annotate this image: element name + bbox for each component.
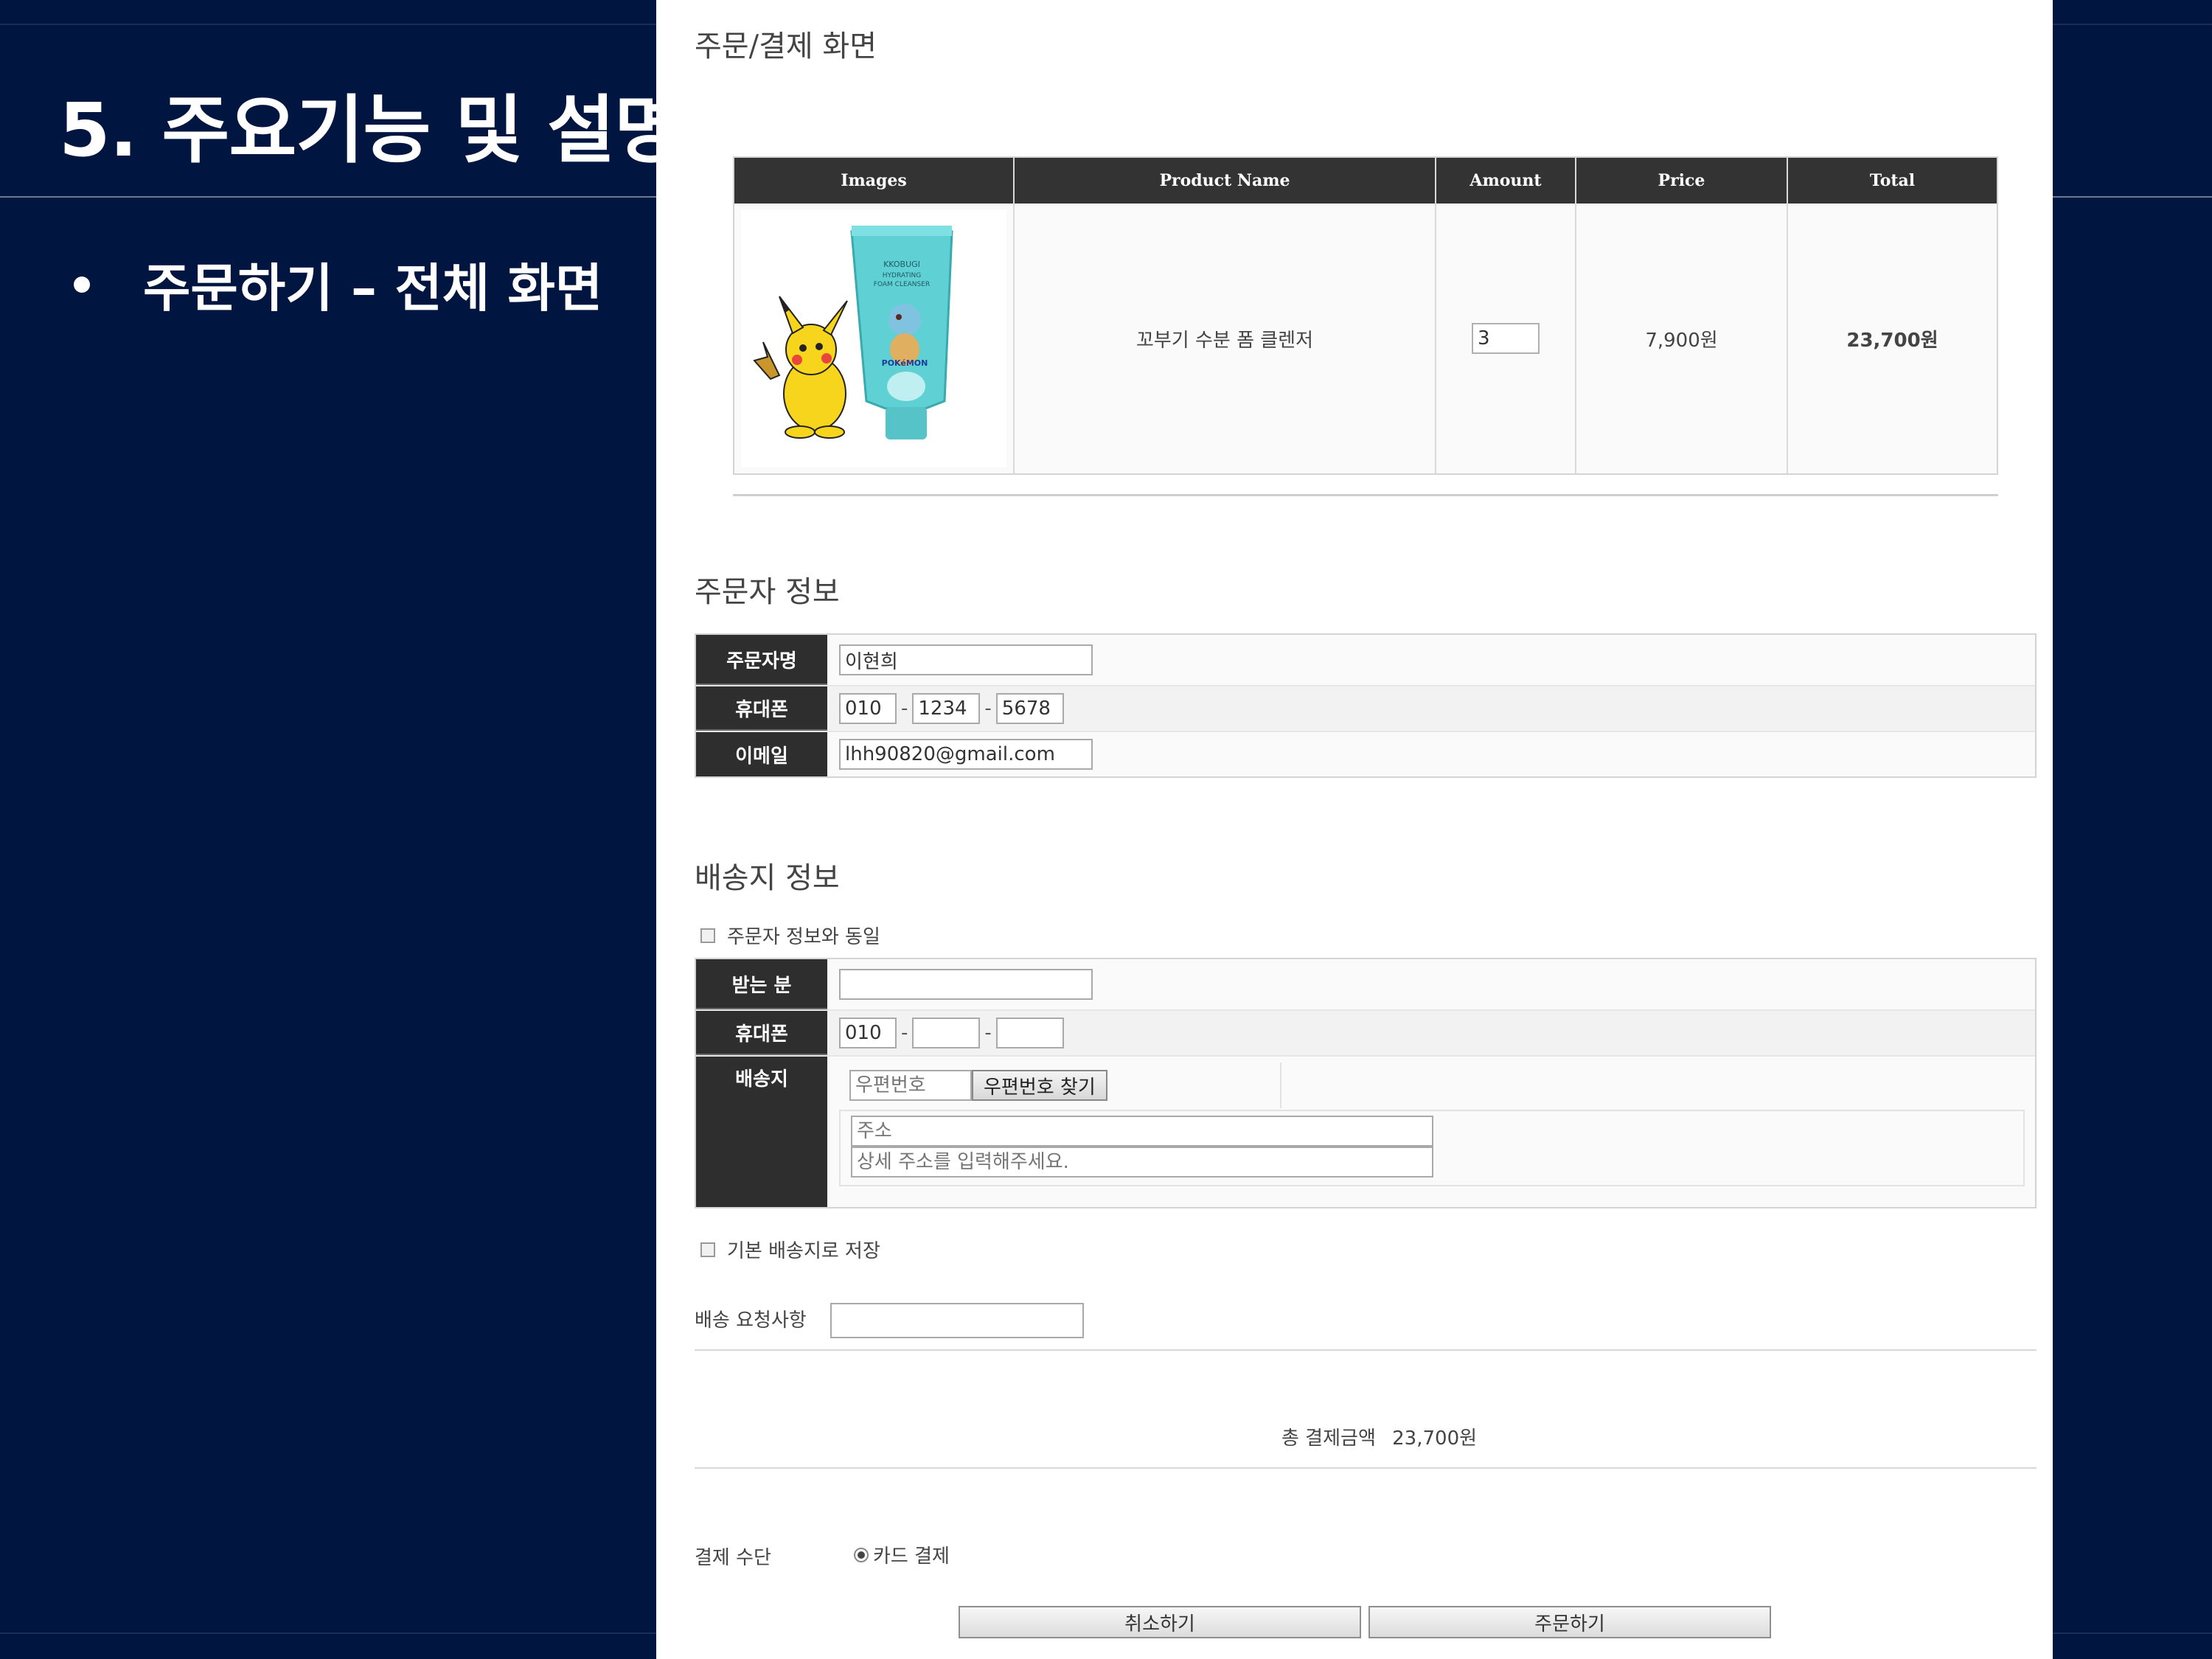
column-header-product-name: Product Name	[1015, 158, 1436, 204]
phone-dash: -	[984, 1022, 992, 1044]
orderer-name-input[interactable]	[839, 644, 1093, 675]
column-header-total: Total	[1869, 171, 1916, 190]
total-payment-value: 23,700원	[1392, 1427, 1478, 1450]
order-page-screenshot: 주문/결제 화면 Images Product Name Amount Pric…	[656, 0, 2053, 1659]
shipping-phone-row: 휴대폰 - -	[696, 1011, 2035, 1057]
cart-table-header: Images Product Name Amount Price Total	[734, 158, 1997, 204]
shipping-section-title: 배송지 정보	[695, 861, 840, 895]
amount-cell	[1436, 204, 1576, 473]
svg-text:FOAM CLEANSER: FOAM CLEANSER	[874, 281, 930, 288]
payment-option-card[interactable]: 카드 결제	[854, 1541, 950, 1568]
total-cell: 23,700원	[1846, 329, 1938, 352]
phone-dash: -	[984, 698, 992, 720]
cart-image-cell: KKOBUGI HYDRATING FOAM CLEANSER POKéMON	[734, 204, 1015, 473]
cart-row: KKOBUGI HYDRATING FOAM CLEANSER POKéMON	[734, 204, 1997, 473]
svg-text:POKéMON: POKéMON	[882, 358, 928, 368]
column-header-images: Images	[734, 158, 1015, 204]
slide-title: 5. 주요기능 및 설명	[59, 87, 682, 173]
total-payment: 총 결제금액 23,700원	[1281, 1423, 1477, 1450]
orderer-name-row: 주문자명	[696, 635, 2035, 686]
save-default-option[interactable]: 기본 배송지로 저장	[700, 1236, 880, 1263]
cart-divider	[733, 494, 1998, 496]
bullet-dot-icon	[74, 276, 90, 293]
orderer-email-input[interactable]	[839, 739, 1093, 770]
orderer-info-table: 주문자명 휴대폰 - - 이메일	[695, 633, 2037, 778]
slide-bullet: 주문하기 – 전체 화면	[74, 247, 602, 321]
product-name: 꼬부기 수분 폼 클렌저	[1015, 204, 1436, 473]
cancel-button[interactable]: 취소하기	[959, 1606, 1361, 1638]
find-zipcode-button[interactable]: 우편번호 찾기	[972, 1070, 1107, 1101]
amount-input[interactable]	[1472, 323, 1540, 354]
same-as-orderer-label: 주문자 정보와 동일	[727, 926, 880, 948]
cart-table: Images Product Name Amount Price Total K…	[733, 156, 1998, 475]
price-cell: 7,900원	[1576, 204, 1788, 473]
receiver-row: 받는 분	[696, 959, 2035, 1011]
svg-text:KKOBUGI: KKOBUGI	[883, 260, 920, 269]
shipping-phone-label: 휴대폰	[696, 1011, 827, 1055]
orderer-email-row: 이메일	[696, 732, 2035, 776]
save-default-label: 기본 배송지로 저장	[727, 1240, 880, 1262]
section-divider	[695, 1467, 2037, 1469]
phone-dash: -	[901, 1022, 908, 1044]
shipping-phone-2-input[interactable]	[912, 1018, 981, 1048]
product-image[interactable]: KKOBUGI HYDRATING FOAM CLEANSER POKéMON	[741, 209, 1006, 467]
save-default-checkbox[interactable]	[700, 1242, 715, 1257]
orderer-phone-2-input[interactable]	[912, 693, 981, 724]
address-input[interactable]	[851, 1116, 1433, 1147]
card-payment-radio[interactable]	[854, 1547, 869, 1562]
total-payment-label: 총 결제금액	[1281, 1427, 1376, 1450]
orderer-phone-row: 휴대폰 - -	[696, 686, 2035, 732]
delivery-request-input[interactable]	[830, 1303, 1084, 1338]
page-title: 주문/결제 화면	[695, 29, 877, 63]
svg-text:HYDRATING: HYDRATING	[883, 272, 921, 279]
address-box	[839, 1110, 2025, 1186]
orderer-section-title: 주문자 정보	[695, 575, 840, 609]
phone-dash: -	[901, 698, 908, 720]
orderer-phone-3-input[interactable]	[995, 693, 1064, 724]
address-detail-input[interactable]	[851, 1147, 1433, 1178]
column-header-price: Price	[1576, 158, 1788, 204]
same-as-orderer-checkbox[interactable]	[700, 928, 715, 943]
shipping-phone-3-input[interactable]	[995, 1018, 1064, 1048]
receiver-label: 받는 분	[696, 959, 827, 1009]
address-label: 배송지	[696, 1057, 827, 1207]
orderer-email-label: 이메일	[696, 732, 827, 776]
column-header-amount: Amount	[1436, 158, 1576, 204]
orderer-phone-label: 휴대폰	[696, 686, 827, 731]
section-divider	[695, 1349, 2037, 1351]
order-button[interactable]: 주문하기	[1368, 1606, 1771, 1638]
orderer-name-label: 주문자명	[696, 635, 827, 685]
address-row: 배송지 우편번호 찾기	[696, 1057, 2035, 1207]
shipping-info-table: 받는 분 휴대폰 - - 배송지 우편번호 찾기	[695, 958, 2037, 1208]
shipping-phone-1-input[interactable]	[839, 1018, 897, 1048]
slide-bullet-text: 주문하기 – 전체 화면	[143, 258, 603, 319]
same-as-orderer-option[interactable]: 주문자 정보와 동일	[700, 922, 880, 949]
zipcode-group: 우편번호 찾기	[839, 1062, 1281, 1108]
receiver-input[interactable]	[839, 969, 1093, 1000]
payment-method-label: 결제 수단	[695, 1547, 771, 1569]
zipcode-input[interactable]	[849, 1070, 972, 1101]
orderer-phone-1-input[interactable]	[839, 693, 897, 724]
delivery-request-label: 배송 요청사항	[695, 1310, 807, 1332]
card-payment-label: 카드 결제	[873, 1545, 950, 1568]
